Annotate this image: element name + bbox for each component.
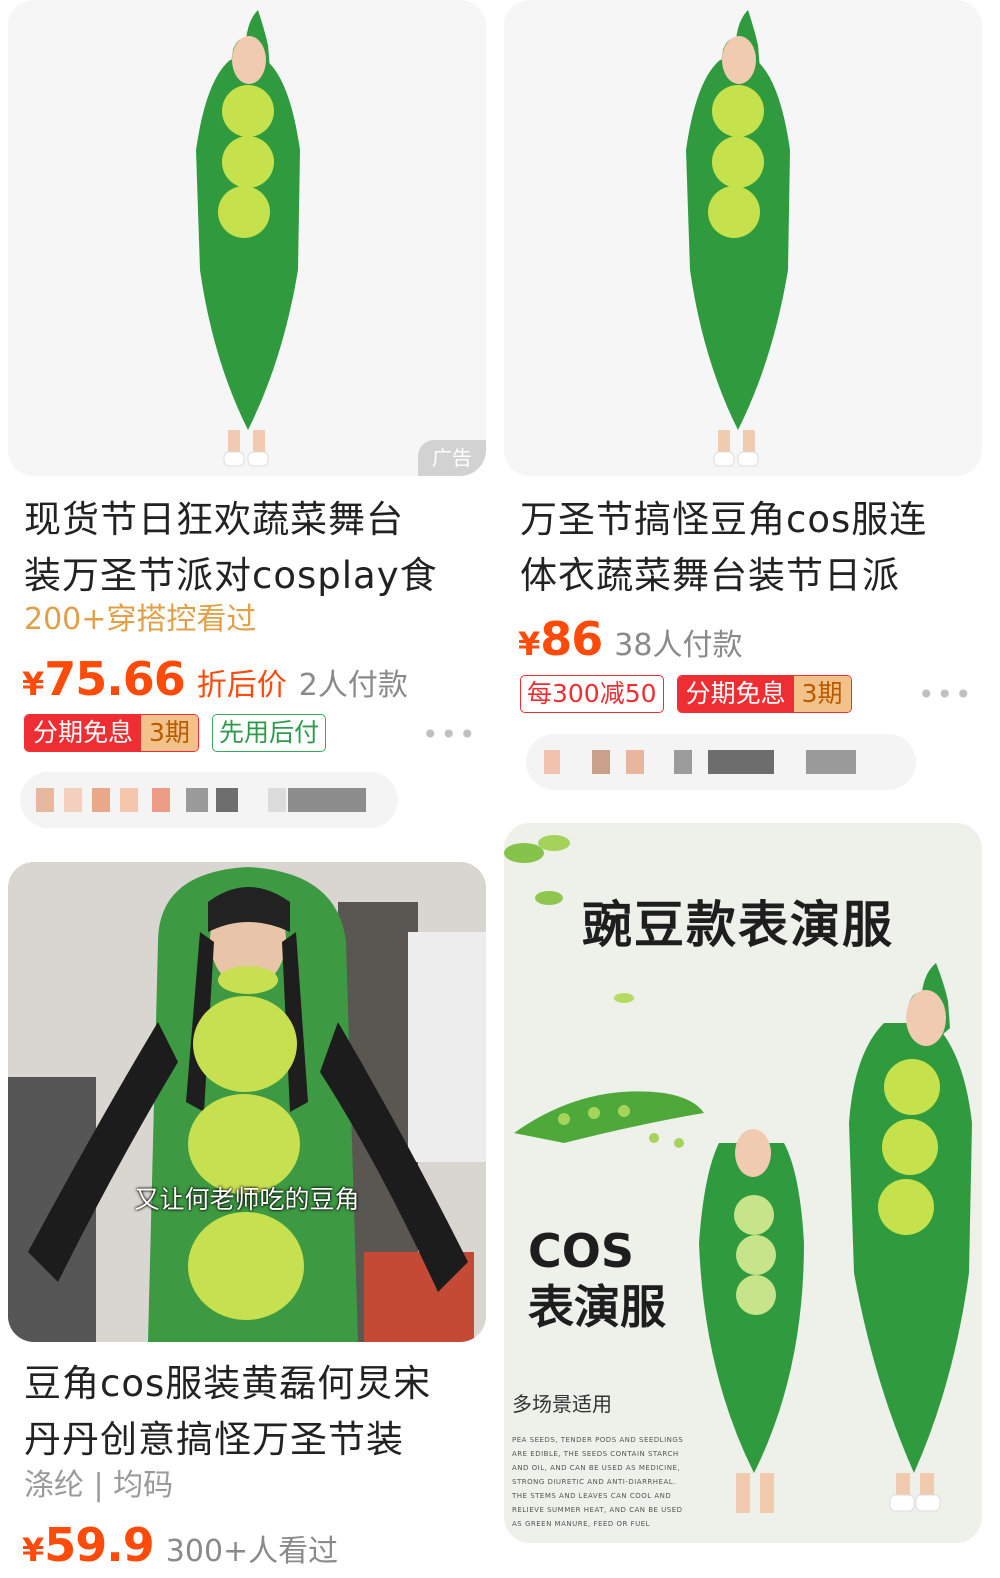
discount-tag: 每300减50 [520,675,664,713]
title-line: 丹丹创意搞怪万圣节装 [24,1418,404,1461]
girl-in-pea-costume-image [8,862,486,1342]
shop-info-blurred[interactable] [20,772,398,828]
title-line: 豆角cos服装黄磊何炅宋 [24,1362,432,1405]
paid-count: 38人付款 [614,628,743,663]
price-value: 59.9 [44,1518,154,1572]
product-image-4[interactable]: 豌豆款表演服 COS 表演服 多场景适用 PEA SEEDS, TENDER P… [504,823,982,1543]
price-row: ¥59.9 300+人看过 [22,1518,338,1578]
more-options-icon[interactable]: ••• [918,678,974,711]
poster-cos-text: COS [528,1224,634,1278]
title-line: 现货节日狂欢蔬菜舞台 [24,498,404,541]
price-value: 86 [540,612,603,666]
periods-label: 3期 [141,715,198,751]
ad-label: 广告 [418,440,486,476]
price-note: 折后价 [196,668,287,703]
attributes: 涤纶 | 均码 [24,1468,174,1503]
title-line: 体衣蔬菜舞台装节日派 [520,554,900,597]
product-image-2[interactable] [504,0,982,476]
currency-symbol: ¥ [22,1531,45,1569]
poster-title: 豌豆款表演服 [582,896,894,954]
pea-costume-model-image [196,10,300,467]
poster-small-text: PEA SEEDS, TENDER PODS AND SEEDLINGS ARE… [512,1436,684,1528]
product-title-2[interactable]: 万圣节搞怪豆角cos服连 体衣蔬菜舞台装节日派 [520,492,927,604]
installment-label: 分期免息 [677,676,794,712]
product-image-1[interactable]: 广告 [8,0,486,476]
periods-label: 3期 [793,676,851,712]
pay-later-tag: 先用后付 [212,714,327,752]
pea-costume-model-image [686,10,790,467]
product-title-1[interactable]: 现货节日狂欢蔬菜舞台 装万圣节派对cosplay食 [24,492,438,604]
title-line: 万圣节搞怪豆角cos服连 [520,498,928,541]
more-options-icon[interactable]: ••• [422,718,478,751]
title-line: 装万圣节派对cosplay食 [24,554,438,597]
poster-scene-text: 多场景适用 [512,1392,612,1416]
price-value: 75.66 [44,652,186,706]
currency-symbol: ¥ [22,665,45,703]
shop-info-blurred[interactable] [526,734,916,790]
paid-count: 2人付款 [298,668,408,703]
currency-symbol: ¥ [518,625,541,663]
views-count: 200+穿搭控看过 [24,602,257,637]
price-row: ¥75.66 折后价 2人付款 [22,652,408,712]
poster-cos-label: COS 表演服 [528,1223,666,1335]
installment-tag: 分期免息 3期 [24,714,199,752]
tag-row: 每300减50 分期免息 3期 [520,675,860,713]
views-count: 300+人看过 [165,1534,339,1569]
poster-subtitle: 表演服 [528,1280,666,1334]
tag-row: 分期免息 3期 先用后付 [24,714,334,752]
installment-tag: 分期免息 3期 [676,675,852,713]
product-title-3[interactable]: 豆角cos服装黄磊何炅宋 丹丹创意搞怪万圣节装 [24,1356,431,1468]
video-caption: 又让何老师吃的豆角 [134,1185,360,1214]
price-row: ¥86 38人付款 [518,612,742,672]
installment-label: 分期免息 [25,715,142,751]
product-video-3[interactable]: 又让何老师吃的豆角 [8,862,486,1342]
